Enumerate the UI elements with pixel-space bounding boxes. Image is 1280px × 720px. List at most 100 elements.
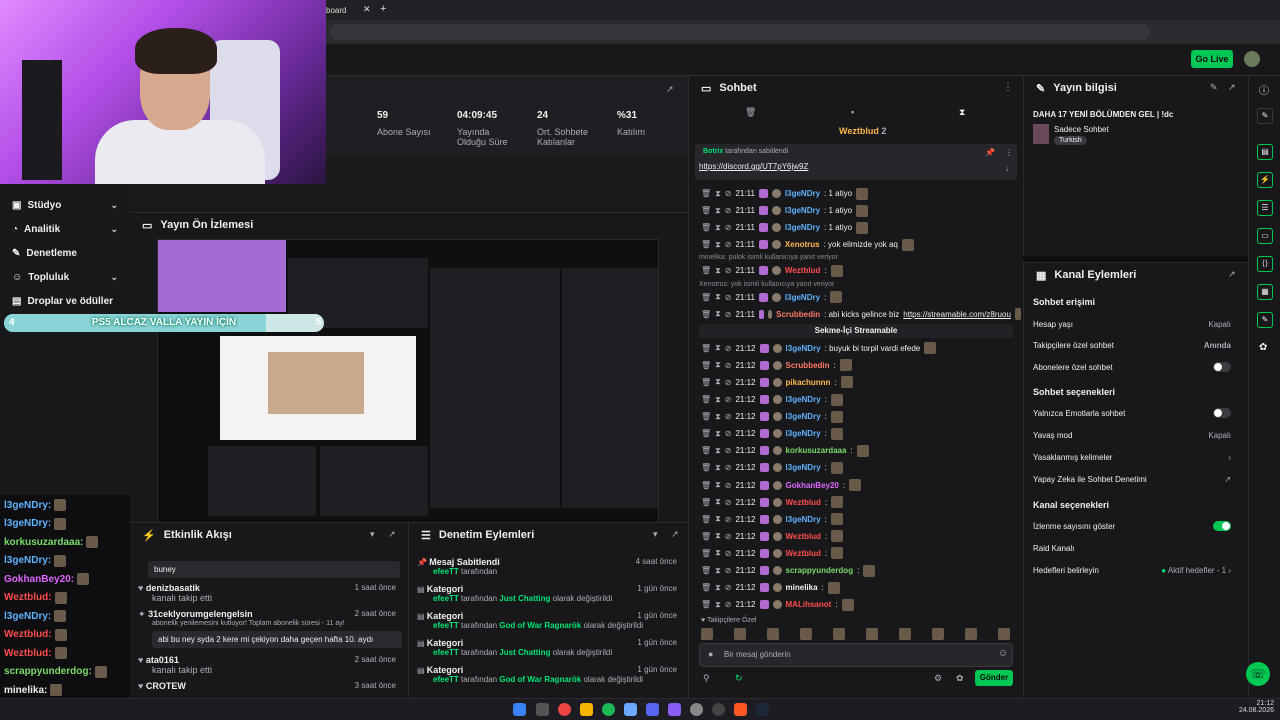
timeout-icon[interactable]: ⧗ <box>715 446 721 456</box>
start-icon[interactable] <box>513 703 526 716</box>
sidebar-item-moderation[interactable]: ✎ Denetleme <box>12 244 122 262</box>
chat-username[interactable]: Weztblud <box>785 266 820 275</box>
timeout-icon[interactable]: ⧗ <box>715 514 721 524</box>
emotes-only-toggle[interactable] <box>1213 408 1231 418</box>
popout-icon[interactable]: ↗ <box>388 529 396 540</box>
timeout-icon[interactable]: ⧗ <box>715 463 721 473</box>
emote-icon[interactable] <box>932 628 944 640</box>
timeout-icon[interactable]: ⧗ <box>715 395 721 405</box>
trash-icon[interactable]: 🗑 <box>701 446 711 455</box>
chat-username[interactable]: minelika <box>786 583 818 592</box>
ban-icon[interactable]: ⊘ <box>725 310 732 319</box>
trash-icon[interactable]: 🗑 <box>701 189 711 198</box>
ban-icon[interactable]: ⊘ <box>725 498 732 507</box>
sidebar-item-community[interactable]: ☺ Topluluk ⌄ <box>12 268 122 286</box>
chat-username[interactable]: Weztblud <box>786 498 821 507</box>
chat-message[interactable]: 🗑 ⧗ ⊘ 21:11 l3geNDry: <box>701 289 1021 306</box>
trash-icon[interactable]: 🗑 <box>701 600 711 609</box>
chat-message[interactable]: 🗑 ⧗ ⊘ 21:12 l3geNDry: <box>701 459 1021 476</box>
ban-icon[interactable]: ⊘ <box>725 240 732 249</box>
chat-message[interactable]: 🗑 ⧗ ⊘ 21:12 l3geNDry: <box>701 425 1021 442</box>
bot-icon[interactable]: ✿ <box>956 673 964 684</box>
chat-message[interactable]: 🗑 ⧗ ⊘ 21:12 GokhanBey20: <box>701 477 1021 494</box>
timeout-icon[interactable]: ⧗ <box>715 343 721 353</box>
targets-setting[interactable]: Hedefleri belirleyin ● Aktif hedefler - 1… <box>1033 561 1239 579</box>
emote-icon[interactable] <box>899 628 911 640</box>
search-icon[interactable] <box>536 703 549 716</box>
chat-message[interactable]: 🗑 ⧗ ⊘ 21:12 pikachunnn: <box>701 374 1021 391</box>
followers-chat-setting[interactable]: Takipçilere özel sohbet Anında <box>1033 336 1239 354</box>
sidebar-item-drops[interactable]: ▤ Droplar ve ödüller <box>12 292 122 310</box>
app-icon[interactable] <box>668 703 681 716</box>
chat-link[interactable]: https://streamable.com/z8ruou <box>903 310 1011 319</box>
timeout-icon[interactable]: ⧗ <box>715 429 721 439</box>
trash-icon[interactable]: 🗑 <box>701 310 711 319</box>
timeout-icon[interactable]: ⧗ <box>715 377 721 387</box>
stats-icon[interactable]: ▤ <box>1257 144 1273 160</box>
chat-message[interactable]: 🗑 ⧗ ⊘ 21:12 Weztblud: <box>701 545 1021 562</box>
close-tab-icon[interactable]: ✕ <box>363 4 371 15</box>
trash-icon[interactable]: 🗑 <box>701 481 711 490</box>
ban-icon[interactable]: ⊘ <box>725 412 732 421</box>
trash-icon[interactable]: 🗑 <box>701 378 711 387</box>
timeout-icon[interactable]: ⧗ <box>715 360 721 370</box>
ban-icon[interactable]: ⊘ <box>725 293 732 302</box>
popout-icon[interactable]: ↗ <box>1228 269 1236 280</box>
trash-icon[interactable]: 🗑 <box>701 344 711 353</box>
wrench-icon[interactable]: ✎ <box>1257 312 1273 328</box>
ban-icon[interactable]: ⊘ <box>725 344 732 353</box>
chat-message[interactable]: 🗑 ⧗ ⊘ 21:12 scrappyunderdog: <box>701 562 1021 579</box>
timeout-icon[interactable]: ⧗ <box>715 497 721 507</box>
trash-icon[interactable]: 🗑 <box>701 361 711 370</box>
chrome-icon[interactable] <box>558 703 571 716</box>
emote-icon[interactable] <box>767 628 779 640</box>
chat-icon[interactable]: ▭ <box>1257 228 1273 244</box>
trash-icon[interactable]: 🗑 <box>701 240 711 249</box>
pen-icon[interactable]: ✎ <box>1257 108 1273 124</box>
chat-message[interactable]: 🗑 ⧗ ⊘ 21:12 Scrubbedin: <box>701 357 1021 374</box>
subs-chat-toggle[interactable] <box>1213 362 1231 372</box>
chat-username[interactable]: l3geNDry <box>785 189 820 198</box>
emote-icon[interactable] <box>998 628 1010 640</box>
emote-icon[interactable] <box>866 628 878 640</box>
ban-icon[interactable]: ⊘ <box>725 515 732 524</box>
chat-username[interactable]: l3geNDry <box>786 463 821 472</box>
server-icon[interactable]: ▦ <box>1257 284 1273 300</box>
timeout-icon[interactable]: ⧗ <box>715 480 721 490</box>
chat-message[interactable]: 🗑 ⧗ ⊘ 21:11 l3geNDry: 1 atiyo <box>701 219 1021 236</box>
spotify-icon[interactable] <box>602 703 615 716</box>
timeout-icon[interactable]: ⧗ <box>715 583 721 593</box>
go-live-button[interactable]: Go Live <box>1191 50 1233 68</box>
sidebar-item-studio[interactable]: ▣ Stüdyo ⌄ <box>12 196 122 214</box>
ban-icon[interactable]: ⊘ <box>725 361 732 370</box>
chat-username[interactable]: Scrubbedin <box>786 361 830 370</box>
chat-message[interactable]: 🗑 ⧗ ⊘ 21:11 l3geNDry: 1 atiyo <box>701 202 1021 219</box>
gear-icon[interactable]: ⚙ <box>934 673 942 684</box>
brave-icon[interactable] <box>734 703 747 716</box>
send-button[interactable]: Gönder <box>975 670 1013 686</box>
popout-icon[interactable]: ↗ <box>671 529 679 540</box>
chat-message[interactable]: 🗑 ⧗ ⊘ 21:11 Xenotrus: yok elimizde yok aq <box>701 236 1021 253</box>
chat-username[interactable]: l3geNDry <box>786 395 821 404</box>
code-icon[interactable]: ⟨⟩ <box>1257 256 1273 272</box>
filter-icon[interactable]: ▾ <box>370 529 375 540</box>
steam-icon[interactable] <box>756 703 769 716</box>
ban-icon[interactable]: ⊘ <box>725 583 732 592</box>
chat-message[interactable]: 🗑 ⧗ ⊘ 21:12 Weztblud: <box>701 528 1021 545</box>
chat-username[interactable]: MALihsanot <box>786 600 832 609</box>
timeout-icon[interactable]: ⧗ <box>715 206 721 216</box>
chat-message[interactable]: 🗑 ⧗ ⊘ 21:12 l3geNDry: <box>701 511 1021 528</box>
sidebar-item-analytics[interactable]: ◔ Analitik ⌄ <box>12 220 122 238</box>
edit-icon[interactable]: ✎ <box>1210 82 1218 93</box>
ban-icon[interactable]: ⊘ <box>725 549 732 558</box>
chat-username[interactable]: l3geNDry <box>786 515 821 524</box>
new-tab-button[interactable]: + <box>380 3 386 15</box>
chat-message[interactable]: 🗑 ⧗ ⊘ 21:12 Weztblud: <box>701 494 1021 511</box>
chat-message[interactable]: 🗑 ⧗ ⊘ 21:12 MALihsanot: <box>701 596 1021 613</box>
chat-username[interactable]: scrappyunderdog <box>786 566 854 575</box>
chat-message[interactable]: 🗑 ⧗ ⊘ 21:11 Scrubbedin: abi kicks gelince bi… <box>701 306 1022 323</box>
ban-icon[interactable]: ⊘ <box>725 395 732 404</box>
timeout-icon[interactable]: ⧗ <box>715 309 721 319</box>
trash-icon[interactable]: 🗑 <box>701 498 711 507</box>
chat-username[interactable]: Xenotrus <box>785 240 820 249</box>
